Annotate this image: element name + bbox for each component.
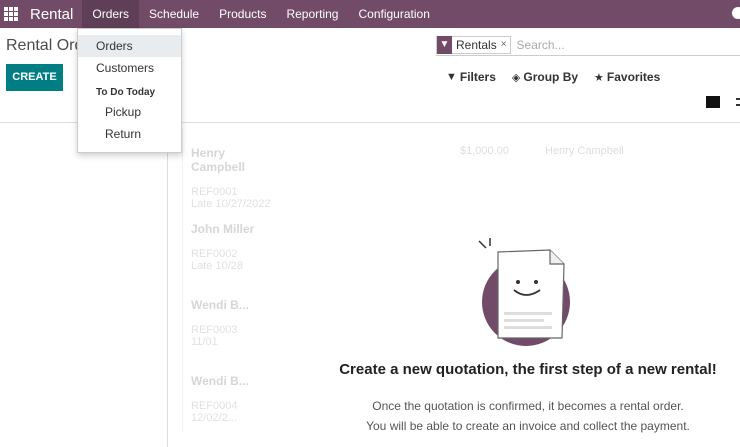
groupby-button[interactable]: ◈ Group By xyxy=(512,70,578,84)
ghost-customer: Henry Campbell xyxy=(545,145,624,157)
search-bar: ▼ Rentals × xyxy=(436,34,740,56)
empty-state-description: Once the quotation is confirmed, it beco… xyxy=(308,396,740,436)
search-facet: ▼ Rentals × xyxy=(436,35,511,54)
ghost-amount: $1,000.00 xyxy=(460,145,509,157)
menu-orders[interactable]: Orders xyxy=(82,0,140,28)
dropdown-section-header: To Do Today xyxy=(96,87,156,98)
empty-state-line-1: Once the quotation is confirmed, it beco… xyxy=(372,399,684,413)
create-button[interactable]: CREATE xyxy=(6,64,63,91)
top-navbar: Rental Orders Schedule Products Reportin… xyxy=(0,0,740,28)
list-item: Henry Campbell REF0001 Late 10/27/2022 xyxy=(182,128,282,210)
list-view-icon[interactable] xyxy=(736,98,740,106)
card-date: Late 10/28 xyxy=(191,260,243,272)
dropdown-item-return[interactable]: Return xyxy=(78,123,181,145)
search-input[interactable] xyxy=(516,37,717,52)
dropdown-item-orders[interactable]: Orders xyxy=(78,35,181,57)
favorites-label: Favorites xyxy=(606,70,661,84)
chat-icon[interactable] xyxy=(732,7,740,19)
facet-remove-icon[interactable]: × xyxy=(501,39,510,50)
dropdown-item-customers[interactable]: Customers xyxy=(78,57,181,79)
card-ref: REF0004 xyxy=(191,400,238,412)
dropdown-item-pickup[interactable]: Pickup xyxy=(78,101,181,123)
card-name: Wendi B... xyxy=(191,374,249,388)
app-brand[interactable]: Rental xyxy=(30,6,73,23)
card-ref: REF0001 xyxy=(191,186,238,198)
card-name: Henry Campbell xyxy=(191,146,246,174)
card-date: 11/01 xyxy=(191,336,218,348)
layers-icon: ◈ xyxy=(511,71,521,84)
search-options: ▼ Filters ◈ Group By ★ Favorites xyxy=(446,70,676,84)
background-kanban: Henry Campbell REF0001 Late 10/27/2022 J… xyxy=(182,128,282,447)
filters-button[interactable]: ▼ Filters xyxy=(446,70,496,84)
filters-label: Filters xyxy=(459,70,496,84)
list-item: John Miller REF0002 Late 10/28 xyxy=(182,204,282,280)
filter-icon: ▼ xyxy=(446,71,457,83)
menu-schedule[interactable]: Schedule xyxy=(139,0,209,28)
side-panel-border xyxy=(167,122,168,447)
facet-label: Rentals xyxy=(456,37,497,52)
empty-state-line-2: You will be able to create an invoice an… xyxy=(366,419,690,433)
groupby-label: Group By xyxy=(523,70,579,84)
menu-configuration[interactable]: Configuration xyxy=(348,0,439,28)
card-name: John Miller xyxy=(191,222,255,236)
filter-icon: ▼ xyxy=(437,35,452,54)
card-ref: REF0003 xyxy=(191,324,238,336)
star-icon: ★ xyxy=(594,71,604,84)
empty-state-document-icon xyxy=(478,238,570,346)
card-ref: REF0002 xyxy=(191,248,238,260)
list-item: Wendi B... REF0003 11/01 xyxy=(182,280,282,356)
apps-grid-icon[interactable] xyxy=(4,7,18,21)
list-item: Wendi B... REF0004 12/02/2... xyxy=(182,356,282,432)
kanban-view-icon[interactable] xyxy=(706,96,720,108)
favorites-button[interactable]: ★ Favorites xyxy=(594,70,660,84)
card-date: 12/02/2... xyxy=(191,412,237,424)
menu-products[interactable]: Products xyxy=(209,0,276,28)
card-name: Wendi B... xyxy=(191,298,249,312)
empty-state-title: Create a new quotation, the first step o… xyxy=(339,361,717,378)
orders-dropdown-menu: Orders Customers To Do Today Pickup Retu… xyxy=(77,28,182,153)
menu-reporting[interactable]: Reporting xyxy=(276,0,348,28)
